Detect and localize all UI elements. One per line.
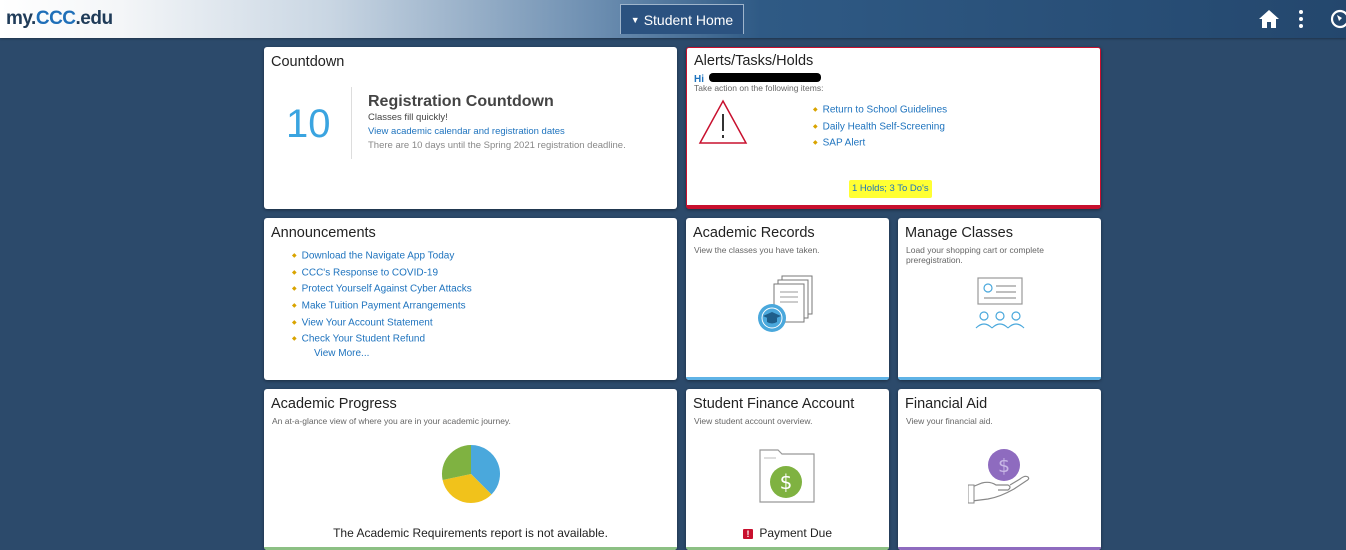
tile-title: Countdown (271, 54, 345, 70)
home-icon[interactable] (1258, 9, 1280, 34)
countdown-heading: Registration Countdown (368, 93, 554, 110)
tile-subtitle: View the classes you have taken. (694, 245, 820, 255)
hand-coin-icon: $ (968, 449, 1030, 504)
announcements-list: Download the Navigate App Today CCC's Re… (292, 248, 472, 348)
tile-title: Academic Records (693, 225, 815, 241)
navbar-icon[interactable] (1328, 8, 1346, 35)
tile-accent-bar (898, 377, 1101, 380)
announcement-link[interactable]: Make Tuition Payment Arrangements (292, 298, 472, 315)
alert-badge-icon: ! (742, 528, 753, 539)
alerts-prompt: Take action on the following items: (694, 83, 824, 93)
svg-text:$: $ (998, 455, 1010, 477)
academic-progress-tile[interactable]: Academic Progress An at-a-glance view of… (264, 389, 677, 550)
caret-down-icon: ▼ (630, 14, 640, 25)
announcement-link[interactable]: View Your Account Statement (292, 315, 472, 332)
svg-text:$: $ (780, 470, 793, 494)
student-home-dropdown[interactable]: ▼ Student Home (620, 4, 744, 34)
tile-title: Financial Aid (905, 396, 988, 412)
announcement-link[interactable]: CCC's Response to COVID-19 (292, 265, 472, 282)
home-tab-label: Student Home (643, 11, 734, 28)
logo-prefix: my. (6, 8, 36, 29)
top-header: my.CCC.edu ▼ Student Home (0, 0, 1346, 38)
alert-item[interactable]: SAP Alert (813, 135, 947, 152)
warning-triangle-icon (698, 99, 748, 144)
student-finance-tile[interactable]: Student Finance Account View student acc… (686, 389, 889, 550)
more-vertical-icon[interactable] (1297, 9, 1305, 34)
tile-subtitle: View your financial aid. (906, 416, 993, 426)
countdown-line1: Classes fill quickly! (368, 112, 448, 123)
requirements-message: The Academic Requirements report is not … (333, 526, 608, 540)
financial-aid-tile[interactable]: Financial Aid View your financial aid. $ (898, 389, 1101, 550)
logo-ccc: CCC (35, 8, 76, 29)
redacted-name (709, 73, 822, 83)
tile-subtitle: View student account overview. (694, 416, 813, 426)
alerts-list: Return to School Guidelines Daily Health… (813, 102, 948, 152)
view-more-link[interactable]: View More... (314, 348, 369, 359)
academic-records-tile[interactable]: Academic Records View the classes you ha… (686, 218, 889, 380)
countdown-note: There are 10 days until the Spring 2021 … (368, 140, 626, 151)
manage-classes-tile[interactable]: Manage Classes Load your shopping cart o… (898, 218, 1101, 380)
countdown-tile[interactable]: Countdown 10 Registration Countdown Clas… (264, 47, 677, 209)
tile-accent-bar (686, 377, 889, 380)
tile-title: Academic Progress (271, 396, 397, 412)
tile-title: Alerts/Tasks/Holds (694, 53, 814, 69)
holds-summary[interactable]: 1 Holds; 3 To Do's (849, 180, 932, 198)
countdown-divider (351, 87, 352, 159)
pie-chart-icon (441, 445, 500, 504)
holds-summary-text: 1 Holds; 3 To Do's (852, 183, 929, 194)
academic-calendar-link[interactable]: View academic calendar and registration … (368, 126, 565, 137)
countdown-number: 10 (286, 102, 331, 146)
announcements-tile[interactable]: Announcements Download the Navigate App … (264, 218, 677, 380)
classroom-presentation-icon (975, 277, 1025, 329)
dollar-folder-icon: $ (759, 449, 815, 503)
announcement-link[interactable]: Check Your Student Refund (292, 331, 472, 348)
payment-due-status: ! Payment Due (686, 526, 889, 540)
alert-item[interactable]: Return to School Guidelines (813, 102, 948, 119)
tile-title: Announcements (271, 225, 376, 241)
announcement-link[interactable]: Download the Navigate App Today (292, 248, 472, 265)
tile-subtitle: Load your shopping cart or complete prer… (906, 245, 1044, 265)
alerts-tile[interactable]: Alerts/Tasks/Holds Hi Take action on the… (686, 47, 1101, 209)
site-logo[interactable]: my.CCC.edu (6, 8, 113, 30)
transcript-graduation-icon (758, 275, 813, 332)
payment-due-text: Payment Due (759, 526, 833, 540)
tile-subtitle: An at-a-glance view of where you are in … (272, 416, 511, 426)
tile-title: Manage Classes (905, 225, 1013, 241)
announcement-link[interactable]: Protect Yourself Against Cyber Attacks (292, 281, 472, 298)
tile-title: Student Finance Account (693, 396, 855, 412)
alert-item[interactable]: Daily Health Self-Screening (813, 119, 947, 136)
logo-suffix: .edu (75, 8, 114, 29)
